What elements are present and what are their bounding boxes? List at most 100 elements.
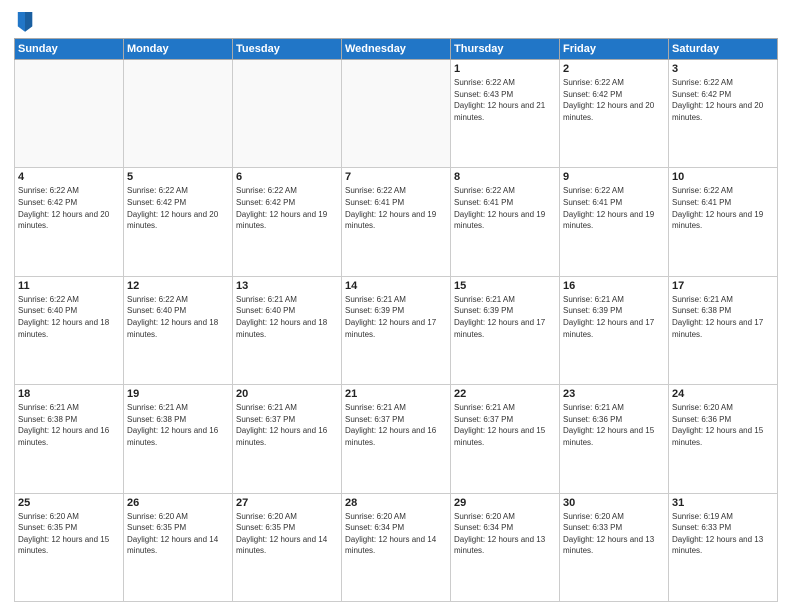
day-number: 25 — [18, 497, 120, 509]
calendar-cell: 17 Sunrise: 6:21 AMSunset: 6:38 PMDayligh… — [669, 276, 778, 384]
page: SundayMondayTuesdayWednesdayThursdayFrid… — [0, 0, 792, 612]
day-number: 18 — [18, 388, 120, 400]
calendar-cell: 23 Sunrise: 6:21 AMSunset: 6:36 PMDayligh… — [560, 385, 669, 493]
day-number: 12 — [127, 280, 229, 292]
day-number: 5 — [127, 171, 229, 183]
day-info: Sunrise: 6:22 AMSunset: 6:40 PMDaylight:… — [18, 294, 120, 340]
calendar-cell: 14 Sunrise: 6:21 AMSunset: 6:39 PMDayligh… — [342, 276, 451, 384]
day-number: 15 — [454, 280, 556, 292]
day-info: Sunrise: 6:22 AMSunset: 6:41 PMDaylight:… — [345, 185, 447, 231]
weekday-header-monday: Monday — [124, 39, 233, 60]
day-number: 26 — [127, 497, 229, 509]
logo-icon — [16, 10, 34, 32]
day-number: 16 — [563, 280, 665, 292]
day-info: Sunrise: 6:22 AMSunset: 6:42 PMDaylight:… — [236, 185, 338, 231]
calendar-cell — [342, 60, 451, 168]
day-number: 21 — [345, 388, 447, 400]
calendar-cell: 21 Sunrise: 6:21 AMSunset: 6:37 PMDayligh… — [342, 385, 451, 493]
week-row-0: 1Sunrise: 6:22 AMSunset: 6:43 PMDaylight… — [15, 60, 778, 168]
calendar-cell — [124, 60, 233, 168]
weekday-header-friday: Friday — [560, 39, 669, 60]
day-info: Sunrise: 6:21 AMSunset: 6:37 PMDaylight:… — [454, 402, 556, 448]
calendar-cell: 18 Sunrise: 6:21 AMSunset: 6:38 PMDayligh… — [15, 385, 124, 493]
calendar-cell: 16 Sunrise: 6:21 AMSunset: 6:39 PMDayligh… — [560, 276, 669, 384]
day-info: Sunrise: 6:22 AMSunset: 6:41 PMDaylight:… — [563, 185, 665, 231]
calendar-cell: 24 Sunrise: 6:20 AMSunset: 6:36 PMDayligh… — [669, 385, 778, 493]
day-info: Sunrise: 6:22 AMSunset: 6:41 PMDaylight:… — [672, 185, 774, 231]
calendar-cell: 4Sunrise: 6:22 AMSunset: 6:42 PMDaylight… — [15, 168, 124, 276]
day-info: Sunrise: 6:20 AMSunset: 6:34 PMDaylight:… — [345, 511, 447, 557]
calendar-cell: 6 Sunrise: 6:22 AMSunset: 6:42 PMDaylight… — [233, 168, 342, 276]
calendar-cell: 10 Sunrise: 6:22 AMSunset: 6:41 PMDayligh… — [669, 168, 778, 276]
calendar-cell: 19 Sunrise: 6:21 AMSunset: 6:38 PMDayligh… — [124, 385, 233, 493]
logo — [14, 10, 36, 32]
day-info: Sunrise: 6:21 AMSunset: 6:39 PMDaylight:… — [345, 294, 447, 340]
day-number: 20 — [236, 388, 338, 400]
calendar-cell: 27 Sunrise: 6:20 AMSunset: 6:35 PMDayligh… — [233, 493, 342, 601]
day-info: Sunrise: 6:20 AMSunset: 6:36 PMDaylight:… — [672, 402, 774, 448]
day-info: Sunrise: 6:22 AMSunset: 6:42 PMDaylight:… — [672, 77, 774, 123]
day-number: 29 — [454, 497, 556, 509]
day-info: Sunrise: 6:21 AMSunset: 6:39 PMDaylight:… — [563, 294, 665, 340]
day-number: 22 — [454, 388, 556, 400]
day-number: 24 — [672, 388, 774, 400]
day-number: 6 — [236, 171, 338, 183]
calendar-cell: 28 Sunrise: 6:20 AMSunset: 6:34 PMDayligh… — [342, 493, 451, 601]
day-info: Sunrise: 6:19 AMSunset: 6:33 PMDaylight:… — [672, 511, 774, 557]
calendar-cell: 5Sunrise: 6:22 AMSunset: 6:42 PMDaylight… — [124, 168, 233, 276]
calendar-cell — [15, 60, 124, 168]
day-number: 2 — [563, 63, 665, 75]
day-number: 28 — [345, 497, 447, 509]
day-number: 23 — [563, 388, 665, 400]
day-info: Sunrise: 6:21 AMSunset: 6:37 PMDaylight:… — [345, 402, 447, 448]
day-number: 17 — [672, 280, 774, 292]
day-info: Sunrise: 6:20 AMSunset: 6:35 PMDaylight:… — [236, 511, 338, 557]
calendar-cell: 30 Sunrise: 6:20 AMSunset: 6:33 PMDayligh… — [560, 493, 669, 601]
day-info: Sunrise: 6:20 AMSunset: 6:34 PMDaylight:… — [454, 511, 556, 557]
day-number: 19 — [127, 388, 229, 400]
day-info: Sunrise: 6:21 AMSunset: 6:36 PMDaylight:… — [563, 402, 665, 448]
calendar-cell: 2 Sunrise: 6:22 AMSunset: 6:42 PMDaylight… — [560, 60, 669, 168]
weekday-header-tuesday: Tuesday — [233, 39, 342, 60]
weekday-header-sunday: Sunday — [15, 39, 124, 60]
week-row-1: 4Sunrise: 6:22 AMSunset: 6:42 PMDaylight… — [15, 168, 778, 276]
day-info: Sunrise: 6:21 AMSunset: 6:38 PMDaylight:… — [127, 402, 229, 448]
day-number: 30 — [563, 497, 665, 509]
day-number: 13 — [236, 280, 338, 292]
day-number: 8 — [454, 171, 556, 183]
calendar-cell: 13Sunrise: 6:21 AMSunset: 6:40 PMDayligh… — [233, 276, 342, 384]
day-info: Sunrise: 6:22 AMSunset: 6:42 PMDaylight:… — [563, 77, 665, 123]
day-info: Sunrise: 6:20 AMSunset: 6:35 PMDaylight:… — [18, 511, 120, 557]
calendar-cell: 31 Sunrise: 6:19 AMSunset: 6:33 PMDayligh… — [669, 493, 778, 601]
day-info: Sunrise: 6:20 AMSunset: 6:33 PMDaylight:… — [563, 511, 665, 557]
day-number: 31 — [672, 497, 774, 509]
calendar-cell: 26 Sunrise: 6:20 AMSunset: 6:35 PMDayligh… — [124, 493, 233, 601]
week-row-4: 25 Sunrise: 6:20 AMSunset: 6:35 PMDayligh… — [15, 493, 778, 601]
calendar-cell — [233, 60, 342, 168]
week-row-3: 18 Sunrise: 6:21 AMSunset: 6:38 PMDayligh… — [15, 385, 778, 493]
calendar-cell: 9Sunrise: 6:22 AMSunset: 6:41 PMDaylight… — [560, 168, 669, 276]
calendar-cell: 20 Sunrise: 6:21 AMSunset: 6:37 PMDayligh… — [233, 385, 342, 493]
weekday-header-row: SundayMondayTuesdayWednesdayThursdayFrid… — [15, 39, 778, 60]
calendar: SundayMondayTuesdayWednesdayThursdayFrid… — [14, 38, 778, 602]
day-number: 11 — [18, 280, 120, 292]
calendar-cell: 8Sunrise: 6:22 AMSunset: 6:41 PMDaylight… — [451, 168, 560, 276]
calendar-cell: 12Sunrise: 6:22 AMSunset: 6:40 PMDayligh… — [124, 276, 233, 384]
day-number: 27 — [236, 497, 338, 509]
day-info: Sunrise: 6:21 AMSunset: 6:37 PMDaylight:… — [236, 402, 338, 448]
day-number: 7 — [345, 171, 447, 183]
day-info: Sunrise: 6:22 AMSunset: 6:42 PMDaylight:… — [18, 185, 120, 231]
day-info: Sunrise: 6:21 AMSunset: 6:38 PMDaylight:… — [18, 402, 120, 448]
calendar-cell: 11 Sunrise: 6:22 AMSunset: 6:40 PMDayligh… — [15, 276, 124, 384]
day-number: 10 — [672, 171, 774, 183]
day-number: 14 — [345, 280, 447, 292]
calendar-cell: 25 Sunrise: 6:20 AMSunset: 6:35 PMDayligh… — [15, 493, 124, 601]
weekday-header-thursday: Thursday — [451, 39, 560, 60]
calendar-cell: 1Sunrise: 6:22 AMSunset: 6:43 PMDaylight… — [451, 60, 560, 168]
calendar-cell: 3 Sunrise: 6:22 AMSunset: 6:42 PMDaylight… — [669, 60, 778, 168]
day-info: Sunrise: 6:21 AMSunset: 6:39 PMDaylight:… — [454, 294, 556, 340]
day-info: Sunrise: 6:20 AMSunset: 6:35 PMDaylight:… — [127, 511, 229, 557]
day-info: Sunrise: 6:21 AMSunset: 6:38 PMDaylight:… — [672, 294, 774, 340]
day-number: 3 — [672, 63, 774, 75]
weekday-header-wednesday: Wednesday — [342, 39, 451, 60]
